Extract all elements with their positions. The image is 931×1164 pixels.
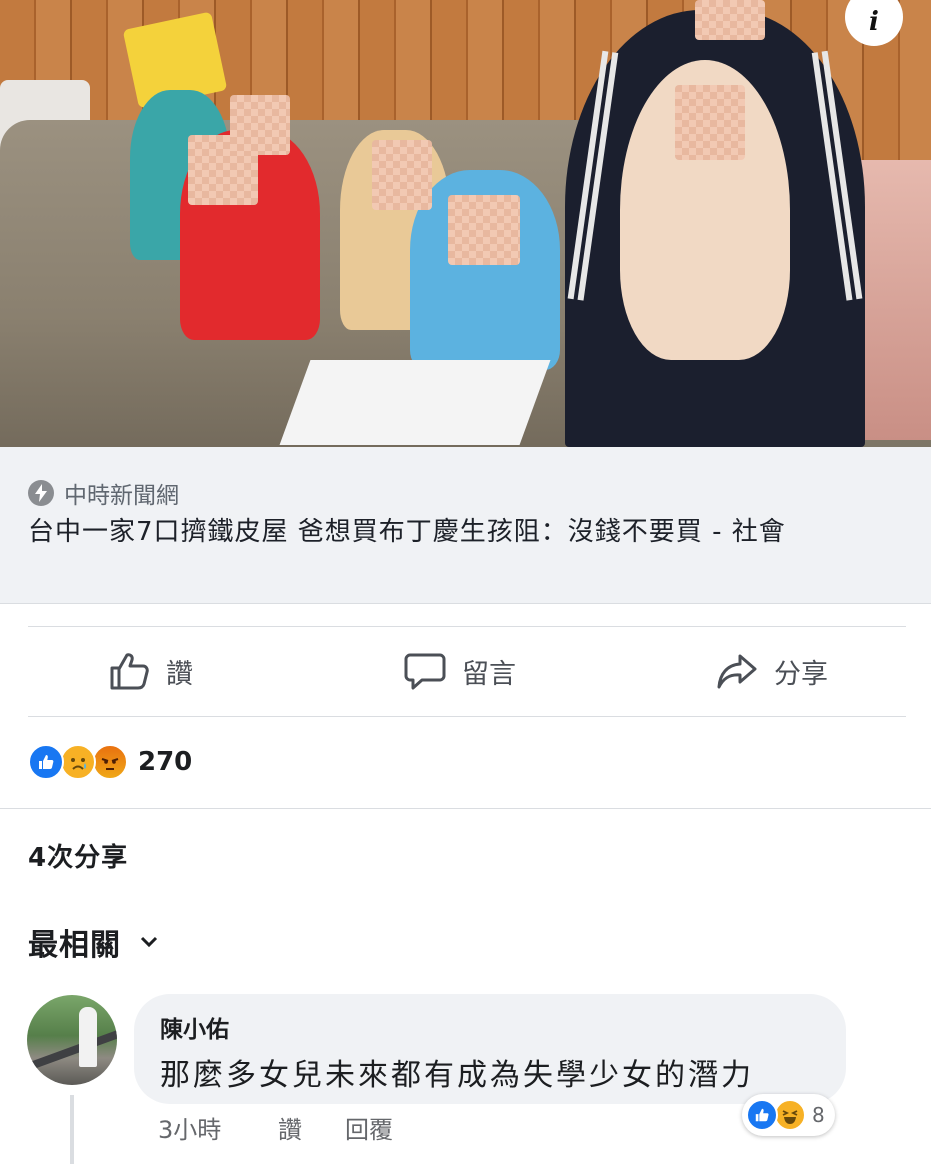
comment-reaction-count: 8 xyxy=(812,1103,825,1127)
reactions-summary[interactable]: 270 xyxy=(28,744,192,780)
comment-reply-button[interactable]: 回覆 xyxy=(345,1110,393,1145)
comment-sort-dropdown[interactable]: 最相關 xyxy=(28,920,159,964)
link-title[interactable]: 台中一家7口擠鐵皮屋 爸想買布丁慶生孩阻：沒錢不要買 - 社會 xyxy=(28,515,908,549)
comment-author[interactable]: 陳小佑 xyxy=(160,1010,229,1044)
like-reaction-icon xyxy=(28,744,64,780)
link-preview[interactable]: 中時新聞網 台中一家7口擠鐵皮屋 爸想買布丁慶生孩阻：沒錢不要買 - 社會 xyxy=(0,447,931,604)
like-label: 讚 xyxy=(166,658,193,690)
comment-bubble-icon xyxy=(404,653,446,690)
blurred-face xyxy=(372,140,432,210)
divider xyxy=(28,626,906,627)
link-source: 中時新聞網 xyxy=(28,476,179,510)
comment-text: 那麼多女兒未來都有成為失學少女的潛力 xyxy=(160,1058,754,1093)
blurred-face xyxy=(230,95,290,155)
sad-reaction-icon xyxy=(60,744,96,780)
avatar-figure xyxy=(79,1007,97,1067)
share-arrow-icon xyxy=(717,654,757,689)
comment-button[interactable]: 留言 xyxy=(404,650,516,692)
comment-reactions[interactable]: 8 xyxy=(742,1094,835,1136)
avatar-rail xyxy=(27,1024,117,1074)
like-reaction-icon xyxy=(746,1099,778,1131)
angry-reaction-icon xyxy=(92,744,128,780)
comment-bubble[interactable]: 陳小佑 那麼多女兒未來都有成為失學少女的潛力 xyxy=(134,994,846,1104)
divider xyxy=(0,808,931,809)
reaction-count: 270 xyxy=(138,747,193,777)
blurred-face xyxy=(695,0,765,40)
link-source-name: 中時新聞網 xyxy=(64,483,179,509)
thumbs-up-icon xyxy=(110,653,149,690)
chevron-down-icon xyxy=(140,936,158,948)
avatar[interactable] xyxy=(27,995,117,1085)
post-photo[interactable]: i xyxy=(0,0,931,447)
blurred-face xyxy=(448,195,520,265)
comment-like-button[interactable]: 讚 xyxy=(278,1110,302,1145)
sort-label: 最相關 xyxy=(28,928,121,963)
comment-timestamp[interactable]: 3小時 xyxy=(158,1110,221,1145)
like-button[interactable]: 讚 xyxy=(108,650,193,692)
photo-paper xyxy=(279,360,551,445)
share-count[interactable]: 4次分享 xyxy=(28,837,128,874)
divider xyxy=(28,716,906,717)
thread-line xyxy=(70,1095,74,1164)
share-label: 分享 xyxy=(774,658,828,690)
bolt-icon xyxy=(28,480,54,506)
blurred-face xyxy=(675,85,745,160)
comment-label: 留言 xyxy=(462,658,516,690)
haha-reaction-icon xyxy=(774,1099,806,1131)
share-button[interactable]: 分享 xyxy=(716,650,828,692)
